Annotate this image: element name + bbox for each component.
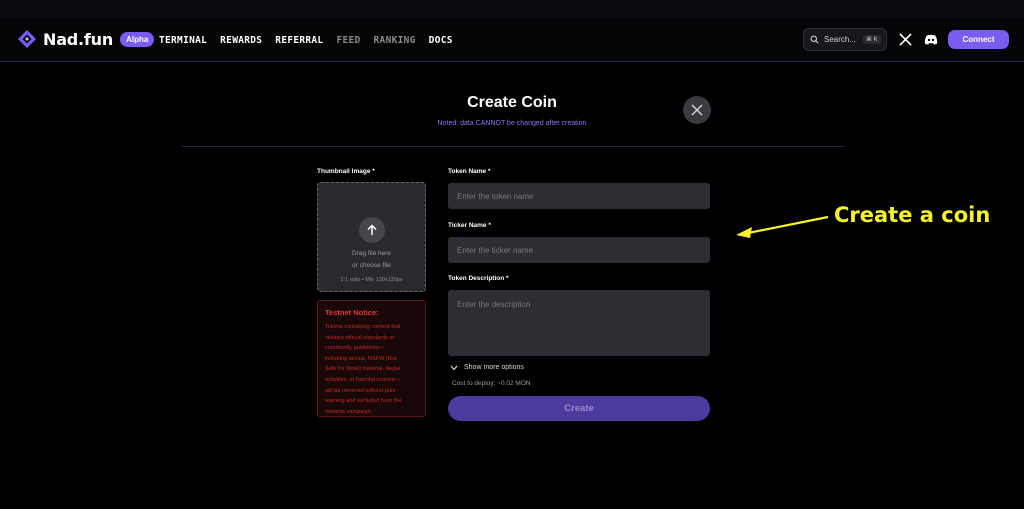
upload-button[interactable] <box>359 217 385 243</box>
x-icon[interactable] <box>899 33 912 46</box>
show-more-options[interactable]: Show more options <box>450 364 524 371</box>
arrow-up-icon <box>367 224 377 235</box>
search-icon <box>810 35 819 44</box>
token-name-label: Token Name * <box>448 168 491 175</box>
nav-feed[interactable]: FEED <box>336 35 360 46</box>
annotation-label: Create a coin <box>834 203 991 227</box>
ticker-name-label: Ticker Name * <box>448 222 491 229</box>
alpha-badge: Alpha <box>120 31 155 47</box>
notice-line: activities, or harmful content— <box>325 376 401 383</box>
chevron-down-icon <box>450 365 458 370</box>
notice-line: Tokens containing content that <box>325 324 401 330</box>
deploy-cost: Cost to deploy: ~0.02 MON <box>452 380 531 387</box>
show-more-label: Show more options <box>464 364 524 371</box>
notice-body: Tokens containing content that violates … <box>325 322 418 417</box>
notice-line: violates ethical standards or <box>325 334 395 341</box>
search-shortcut: ⌘ K <box>863 35 881 44</box>
notice-line: warning and excluded from the <box>325 398 402 405</box>
description-label: Token Description * <box>448 275 509 282</box>
testnet-notice: Testnet Notice: Tokens containing conten… <box>317 300 426 417</box>
drop-text: Drag file here <box>351 250 392 257</box>
notice-line: rewards campaign. <box>325 408 373 415</box>
nav-rewards[interactable]: REWARDS <box>220 35 262 46</box>
search-placeholder: Search... <box>824 35 857 44</box>
token-name-input[interactable]: Enter the token name <box>448 183 710 209</box>
modal-divider <box>182 146 845 147</box>
notice-line: including sexual, NSFW (Not <box>325 355 397 362</box>
thumbnail-dropzone[interactable]: Drag file here or choose file 1:1 ratio … <box>317 182 426 292</box>
brand-logo[interactable]: Nad.fun Alpha <box>17 29 155 49</box>
connect-button[interactable]: Connect <box>948 30 1009 49</box>
close-icon <box>691 104 703 116</box>
notice-line: Safe for Work) material, illegal <box>325 366 400 373</box>
close-button[interactable] <box>683 96 711 124</box>
notice-line: will be removed without prior <box>325 387 396 394</box>
thumbnail-hint: 1:1 ratio • Min 130x130px <box>340 277 403 283</box>
brand-name: Nad.fun <box>43 29 114 49</box>
notice-title: Testnet Notice: <box>325 308 379 317</box>
annotation-arrow-icon <box>736 215 829 238</box>
top-navbar: Nad.fun Alpha TERMINAL REWARDS REFERRAL … <box>0 18 1024 62</box>
browser-top-strip <box>0 0 1024 18</box>
notice-line: community guidelines— <box>325 345 385 352</box>
nav-referral[interactable]: REFERRAL <box>275 35 323 46</box>
ticker-name-input[interactable]: Enter the ticker name <box>448 237 710 263</box>
discord-icon[interactable] <box>924 34 938 45</box>
modal-subtitle: Noted: data CANNOT be changed after crea… <box>437 120 587 127</box>
main-nav: TERMINAL REWARDS REFERRAL FEED RANKING D… <box>159 35 466 46</box>
description-textarea[interactable]: Enter the description <box>448 290 710 356</box>
thumbnail-label: Thumbnail Image * <box>317 168 375 175</box>
choose-file-text: or choose file <box>352 262 391 269</box>
search-box[interactable]: Search... ⌘ K <box>803 28 887 51</box>
nav-docs[interactable]: DOCS <box>429 35 453 46</box>
create-button[interactable]: Create <box>448 396 710 421</box>
logo-icon <box>18 30 36 48</box>
nav-terminal[interactable]: TERMINAL <box>159 35 207 46</box>
nav-ranking[interactable]: RANKING <box>374 35 416 46</box>
modal-title: Create Coin <box>467 94 557 111</box>
